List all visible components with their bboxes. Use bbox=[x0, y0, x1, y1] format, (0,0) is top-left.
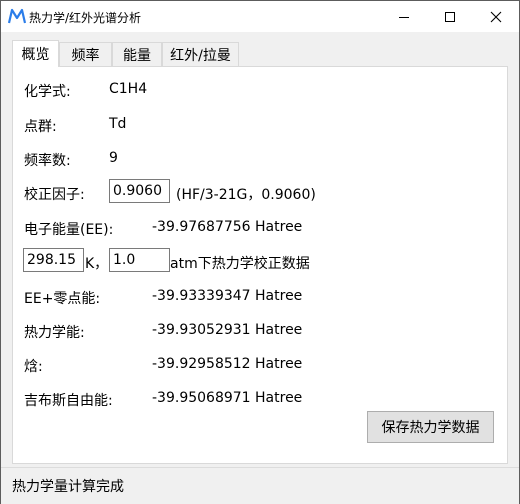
save-thermo-button[interactable]: 保存热力学数据 bbox=[367, 411, 494, 443]
formula-label: 化学式: bbox=[24, 84, 71, 100]
scale-factor-note: (HF/3-21G，0.9060) bbox=[176, 187, 316, 203]
point-group-label: 点群: bbox=[24, 119, 57, 135]
frequency-count-value: 9 bbox=[109, 150, 118, 166]
thermal-energy-value: -39.93052931 Hatree bbox=[152, 322, 303, 338]
tab-overview[interactable]: 概览 bbox=[12, 40, 59, 67]
window-title: 热力学/红外光谱分析 bbox=[29, 11, 142, 25]
status-text: 热力学量计算完成 bbox=[12, 479, 124, 495]
scale-factor-input[interactable]: 0.9060 bbox=[109, 179, 170, 203]
thermal-energy-label: 热力学能: bbox=[24, 325, 85, 341]
title-bar[interactable]: 热力学/红外光谱分析 bbox=[1, 1, 519, 32]
temperature-input[interactable]: 298.15 bbox=[23, 248, 84, 272]
ee-zpe-label: EE+零点能: bbox=[24, 291, 101, 307]
tab-ir-raman[interactable]: 红外/拉曼 bbox=[162, 42, 239, 66]
minimize-icon bbox=[398, 11, 410, 23]
status-bar: 热力学量计算完成 bbox=[1, 467, 519, 504]
point-group-value: Td bbox=[109, 116, 127, 132]
pressure-input[interactable]: 1.0 bbox=[109, 248, 170, 272]
frequency-count-label: 频率数: bbox=[24, 153, 71, 169]
scale-factor-label: 校正因子: bbox=[24, 187, 85, 203]
gibbs-energy-label: 吉布斯自由能: bbox=[24, 393, 113, 409]
pressure-note: atm下热力学校正数据 bbox=[170, 256, 310, 272]
tab-bar: 概览 频率 能量 红外/拉曼 bbox=[12, 40, 509, 67]
maximize-button[interactable] bbox=[427, 1, 473, 32]
electronic-energy-label: 电子能量(EE): bbox=[24, 222, 114, 238]
app-logo-icon bbox=[7, 8, 27, 24]
tab-frequency[interactable]: 频率 bbox=[59, 42, 112, 66]
formula-value: C1H4 bbox=[109, 81, 148, 97]
temperature-unit: K， bbox=[85, 256, 109, 272]
close-button[interactable] bbox=[473, 1, 519, 32]
electronic-energy-value: -39.97687756 Hatree bbox=[152, 219, 303, 235]
overview-panel: 化学式: C1H4 点群: Td 频率数: 9 校正因子: 0.9060 (HF… bbox=[12, 66, 508, 464]
minimize-button[interactable] bbox=[381, 1, 427, 32]
maximize-icon bbox=[444, 11, 456, 23]
close-icon bbox=[490, 11, 502, 23]
app-window: 热力学/红外光谱分析 概览 频率 能量 红外/拉曼 化学式: C1H4 点群: … bbox=[0, 0, 520, 504]
tab-energy[interactable]: 能量 bbox=[112, 42, 162, 66]
gibbs-energy-value: -39.95068971 Hatree bbox=[152, 390, 303, 406]
enthalpy-label: 焓: bbox=[24, 359, 43, 375]
ee-zpe-value: -39.93339347 Hatree bbox=[152, 288, 303, 304]
enthalpy-value: -39.92958512 Hatree bbox=[152, 356, 303, 372]
